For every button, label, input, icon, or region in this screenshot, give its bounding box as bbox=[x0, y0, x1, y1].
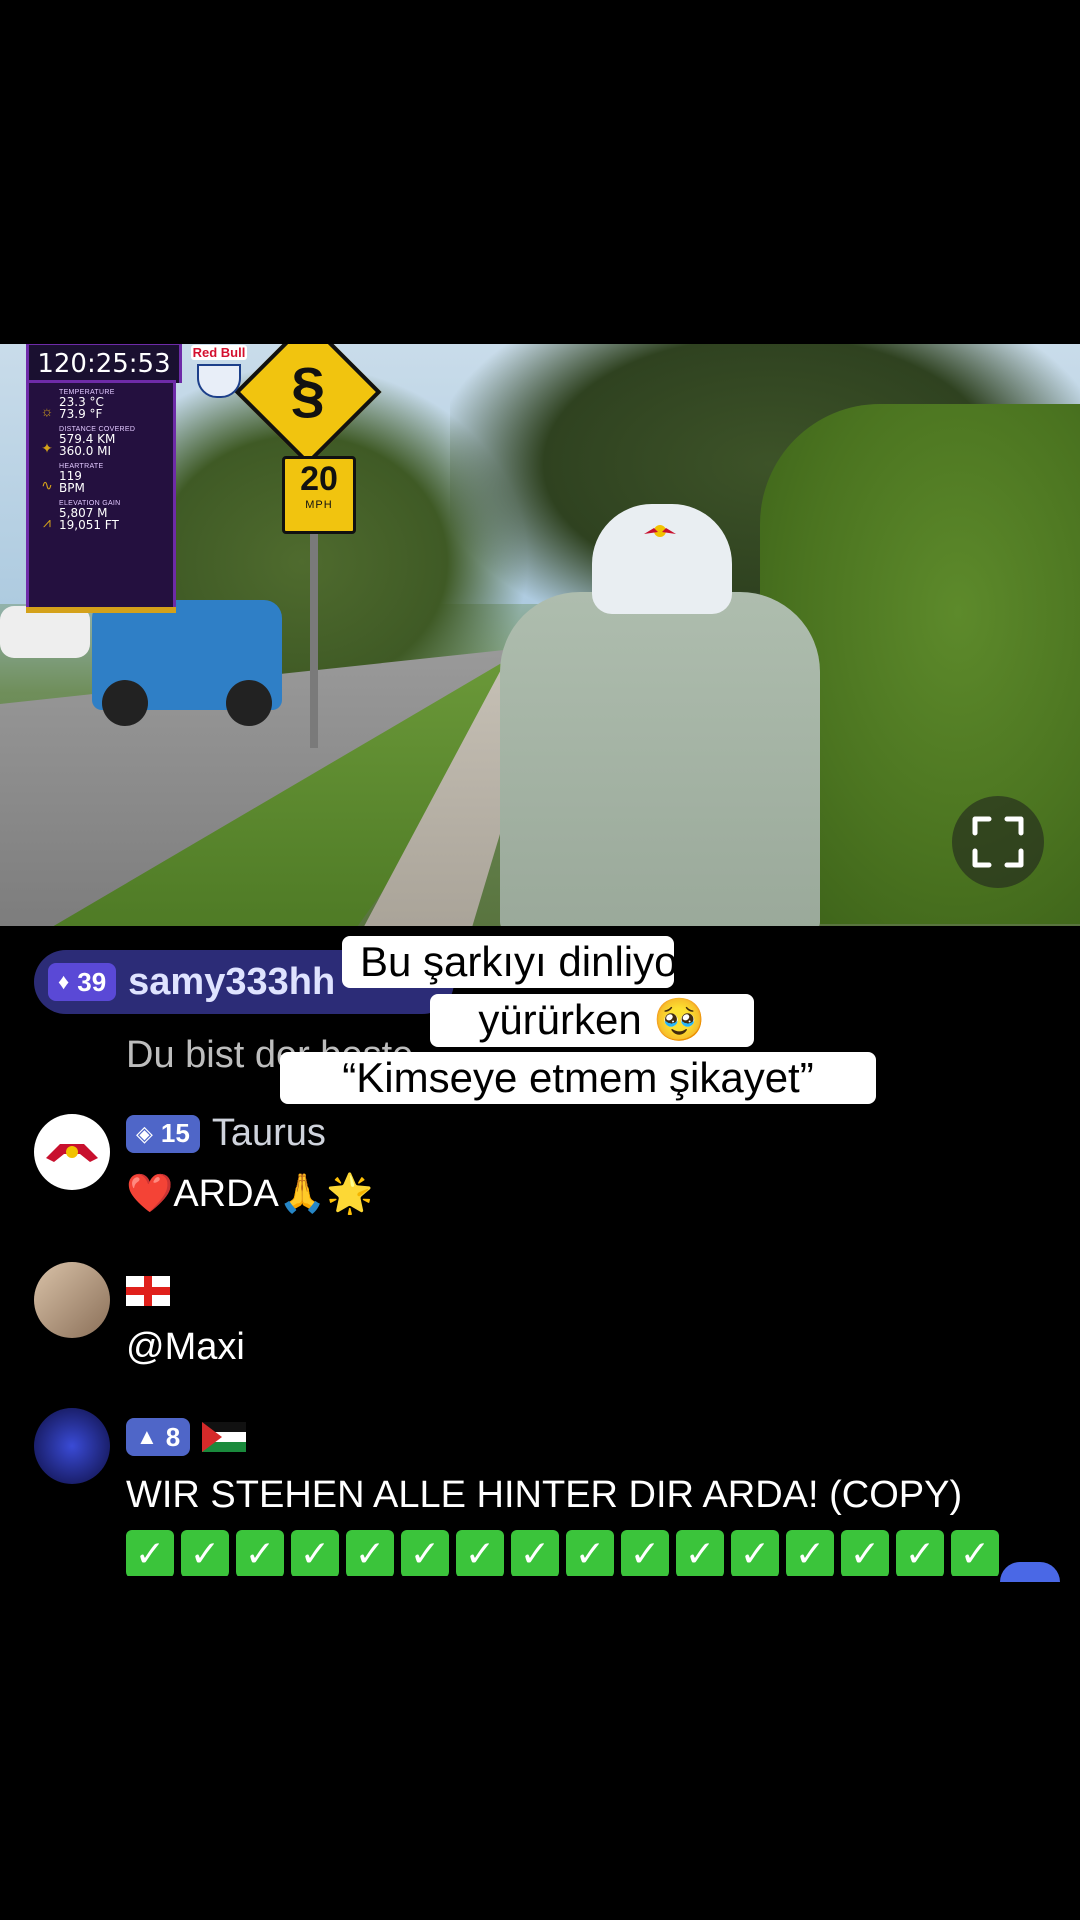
blue-jeep bbox=[92, 600, 282, 726]
check-icon: ✓ bbox=[456, 1530, 504, 1576]
stat-temperature: ☼ Temperature 23.3 °C 73.9 °F bbox=[35, 389, 167, 420]
stat-value: 19,051 FT bbox=[59, 518, 119, 532]
message-header: ▲ 8 bbox=[126, 1418, 247, 1456]
speed-sign: 20 MPH bbox=[282, 456, 356, 534]
diamond-icon: ♦ bbox=[58, 969, 70, 994]
caption-line-3: “Kimseye etmem şikayet” bbox=[280, 1052, 876, 1104]
bull-logo-icon bbox=[644, 525, 676, 537]
stream-timer: 120:25:53 bbox=[26, 344, 182, 383]
hat-logo bbox=[642, 520, 678, 544]
check-icon: ✓ bbox=[181, 1530, 229, 1576]
live-video[interactable]: § 20 MPH 120:25:53 ☼ Temperature 23.3 °C… bbox=[0, 344, 1080, 926]
checkmark-row: ✓ ✓ ✓ ✓ ✓ ✓ ✓ ✓ ✓ ✓ ✓ ✓ ✓ ✓ ✓ ✓ bbox=[126, 1530, 1006, 1576]
check-icon: ✓ bbox=[401, 1530, 449, 1576]
check-icon: ✓ bbox=[896, 1530, 944, 1576]
message-text: @Maxi bbox=[126, 1326, 245, 1368]
gift-level-badge: ◈ 15 bbox=[126, 1114, 200, 1153]
sun-icon: ☼ bbox=[40, 403, 54, 419]
check-icon: ✓ bbox=[676, 1530, 724, 1576]
check-icon: ✓ bbox=[236, 1530, 284, 1576]
stat-value: 73.9 °F bbox=[59, 407, 103, 421]
red-bull-avatar[interactable] bbox=[34, 1114, 110, 1190]
message-header bbox=[126, 1276, 170, 1306]
badge-number: 15 bbox=[160, 1118, 190, 1148]
message-text: WIR STEHEN ALLE HINTER DIR ARDA! (COPY) bbox=[126, 1474, 963, 1516]
check-icon: ✓ bbox=[951, 1530, 999, 1576]
stat-value: BPM bbox=[59, 481, 85, 495]
caption-line-2: yürürken 🥹 bbox=[430, 994, 754, 1047]
message-text: ❤️ARDA🙏🌟 bbox=[126, 1173, 374, 1215]
message-header: ◈ 15 Taurus bbox=[126, 1112, 326, 1155]
username[interactable]: Taurus bbox=[212, 1112, 326, 1155]
badge-number: 39 bbox=[77, 966, 107, 997]
caption-line-1: Bu şarkıyı dinliyordu bbox=[342, 936, 738, 988]
check-icon: ✓ bbox=[291, 1530, 339, 1576]
mountain-icon: ⩘ bbox=[43, 514, 51, 530]
red-bull-logo: Red Bull bbox=[190, 344, 248, 398]
curve-arrow-icon: § bbox=[290, 356, 326, 425]
stat-elevation: ⩘ Elevation gain 5,807 M 19,051 FT bbox=[35, 500, 167, 531]
gift-level-badge: ♦ 39 bbox=[48, 963, 117, 1001]
triangle-icon: ▲ bbox=[136, 1424, 158, 1449]
check-icon: ✓ bbox=[841, 1530, 889, 1576]
speed-sign-unit: MPH bbox=[305, 499, 333, 511]
bull-logo-icon bbox=[46, 1144, 98, 1162]
check-icon: ✓ bbox=[566, 1530, 614, 1576]
pinned-username[interactable]: samy333hh bbox=[128, 961, 335, 1004]
palestine-flag-icon bbox=[202, 1422, 247, 1452]
check-icon: ✓ bbox=[511, 1530, 559, 1576]
heartbeat-icon: ∿ bbox=[41, 477, 53, 493]
concert-avatar[interactable] bbox=[34, 1408, 110, 1484]
stat-distance: ✦ Distance covered 579.4 KM 360.0 MI bbox=[35, 426, 167, 457]
diamond-icon: ◈ bbox=[136, 1120, 153, 1146]
check-icon: ✓ bbox=[126, 1530, 174, 1576]
badge-number: 8 bbox=[165, 1421, 181, 1452]
logo-text: Red Bull bbox=[190, 345, 248, 360]
fullscreen-button[interactable] bbox=[952, 796, 1044, 888]
shield-icon bbox=[197, 364, 241, 398]
check-icon: ✓ bbox=[621, 1530, 669, 1576]
fullscreen-icon bbox=[972, 816, 1024, 868]
walking-person bbox=[500, 592, 820, 926]
check-icon: ✓ bbox=[346, 1530, 394, 1576]
stat-heartrate: ∿ Heartrate 119 BPM bbox=[35, 463, 167, 494]
check-icon: ✓ bbox=[731, 1530, 779, 1576]
stats-panel: ☼ Temperature 23.3 °C 73.9 °F ✦ Distance… bbox=[26, 380, 176, 613]
speed-sign-number: 20 bbox=[300, 460, 338, 498]
girl-avatar[interactable] bbox=[34, 1262, 110, 1338]
gift-level-badge: ▲ 8 bbox=[126, 1418, 191, 1456]
white-car bbox=[0, 606, 90, 658]
check-icon: ✓ bbox=[786, 1530, 834, 1576]
georgia-flag-icon bbox=[126, 1276, 170, 1306]
sign-pole bbox=[310, 528, 318, 748]
runner-icon: ✦ bbox=[41, 440, 53, 456]
stat-value: 360.0 MI bbox=[59, 444, 112, 458]
scroll-indicator[interactable] bbox=[1000, 1562, 1060, 1582]
